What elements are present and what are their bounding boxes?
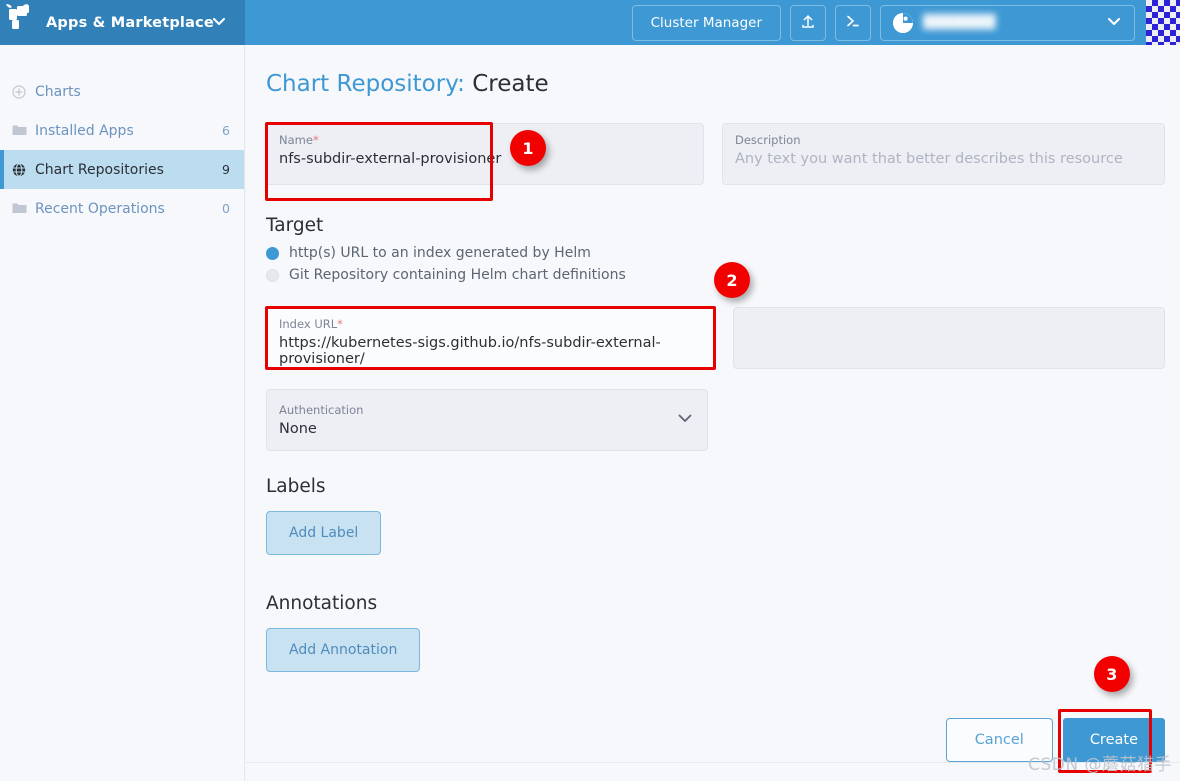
folder-icon xyxy=(12,124,30,137)
index-url-field-label: Index URL* xyxy=(279,317,343,331)
labels-heading: Labels xyxy=(266,476,326,497)
name-field-value: nfs-subdir-external-provisioner xyxy=(279,151,502,167)
target-heading: Target xyxy=(266,215,324,236)
step-marker-3: 3 xyxy=(1093,656,1130,692)
index-url-field-value: https://kubernetes-sigs.github.io/nfs-su… xyxy=(279,335,661,367)
annotations-section: Annotations Add Annotation xyxy=(266,593,1165,672)
description-field[interactable]: Description Any text you want that bette… xyxy=(722,123,1165,185)
terminal-icon xyxy=(844,12,862,34)
radio-unselected-icon xyxy=(266,268,279,282)
sidebar-item-charts[interactable]: Charts xyxy=(0,72,244,111)
sidebar-nav-list: Charts Installed Apps 6 Chart Repositori… xyxy=(0,45,244,228)
authentication-select[interactable]: Authentication None xyxy=(266,389,708,451)
plus-circle-icon xyxy=(12,84,30,99)
authentication-label: Authentication xyxy=(279,402,364,417)
chevron-down-icon[interactable] xyxy=(1106,13,1122,33)
upload-icon xyxy=(799,12,817,34)
sidebar-item-label: Installed Apps xyxy=(35,122,134,139)
sidebar-item-count: 6 xyxy=(222,123,230,138)
sidebar-item-label: Chart Repositories xyxy=(35,161,164,178)
radio-http-url[interactable]: http(s) URL to an index generated by Hel… xyxy=(266,245,1165,261)
labels-section: Labels Add Label xyxy=(266,476,1165,555)
sidebar-item-chart-repositories[interactable]: Chart Repositories 9 xyxy=(0,150,244,189)
page-title: Chart Repository: Create xyxy=(266,71,1165,97)
sidebar-item-count: 9 xyxy=(222,162,230,177)
chevron-down-icon[interactable] xyxy=(675,408,695,432)
import-yaml-button[interactable] xyxy=(790,4,826,41)
brand-block[interactable]: Apps & Marketplace xyxy=(0,0,245,45)
step-marker-1: 1 xyxy=(510,130,546,166)
user-menu[interactable]: ███████ xyxy=(880,4,1135,41)
index-url-secondary-field[interactable] xyxy=(733,307,1165,369)
top-header-bar: Apps & Marketplace Cluster Manager █████… xyxy=(0,0,1180,45)
radio-label: http(s) URL to an index generated by Hel… xyxy=(289,245,591,261)
index-url-row: Index URL* https://kubernetes-sigs.githu… xyxy=(265,262,1165,370)
brand-title: Apps & Marketplace xyxy=(46,14,214,31)
chevron-down-icon[interactable] xyxy=(211,13,227,33)
sidebar-item-count: 0 xyxy=(222,201,230,216)
kubectl-shell-button[interactable] xyxy=(835,4,871,41)
radio-label: Git Repository containing Helm chart def… xyxy=(289,267,626,283)
add-annotation-button[interactable]: Add Annotation xyxy=(266,628,421,672)
globe-icon xyxy=(12,162,30,177)
page-title-prefix: Chart Repository: xyxy=(266,71,465,97)
annotations-heading: Annotations xyxy=(266,593,378,614)
authentication-value: None xyxy=(279,420,317,437)
watermark: CSDN @蘑菇猎手 xyxy=(1028,755,1172,775)
sidebar: Charts Installed Apps 6 Chart Repositori… xyxy=(0,45,245,781)
description-field-label: Description xyxy=(735,133,801,147)
main-content: Chart Repository: Create Name* nfs-subdi… xyxy=(246,45,1180,781)
step-marker-2: 2 xyxy=(714,262,750,298)
sidebar-item-installed-apps[interactable]: Installed Apps 6 xyxy=(0,111,244,150)
checkerboard-icon xyxy=(1144,0,1180,45)
avatar xyxy=(893,12,913,33)
page-title-action: Create xyxy=(472,71,549,97)
radio-selected-icon xyxy=(266,246,279,260)
name-field-label: Name* xyxy=(279,133,319,147)
sidebar-item-label: Recent Operations xyxy=(35,200,165,217)
user-name-label: ███████ xyxy=(923,15,996,30)
add-label-button[interactable]: Add Label xyxy=(266,511,382,555)
rancher-logo-icon xyxy=(0,0,46,45)
authentication-row: Authentication None xyxy=(266,389,1165,451)
cluster-manager-button[interactable]: Cluster Manager xyxy=(631,4,781,41)
folder-icon xyxy=(12,202,30,215)
sidebar-item-label: Charts xyxy=(35,83,81,100)
index-url-field[interactable]: Index URL* https://kubernetes-sigs.githu… xyxy=(266,307,715,369)
required-marker: * xyxy=(337,317,343,331)
name-field[interactable]: Name* nfs-subdir-external-provisioner xyxy=(266,123,704,185)
required-marker: * xyxy=(312,133,319,147)
description-field-placeholder: Any text you want that better describes … xyxy=(735,151,1123,167)
name-description-row: Name* nfs-subdir-external-provisioner De… xyxy=(265,122,1165,201)
sidebar-item-recent-operations[interactable]: Recent Operations 0 xyxy=(0,189,244,228)
app-root: Apps & Marketplace Cluster Manager █████… xyxy=(0,0,1180,781)
